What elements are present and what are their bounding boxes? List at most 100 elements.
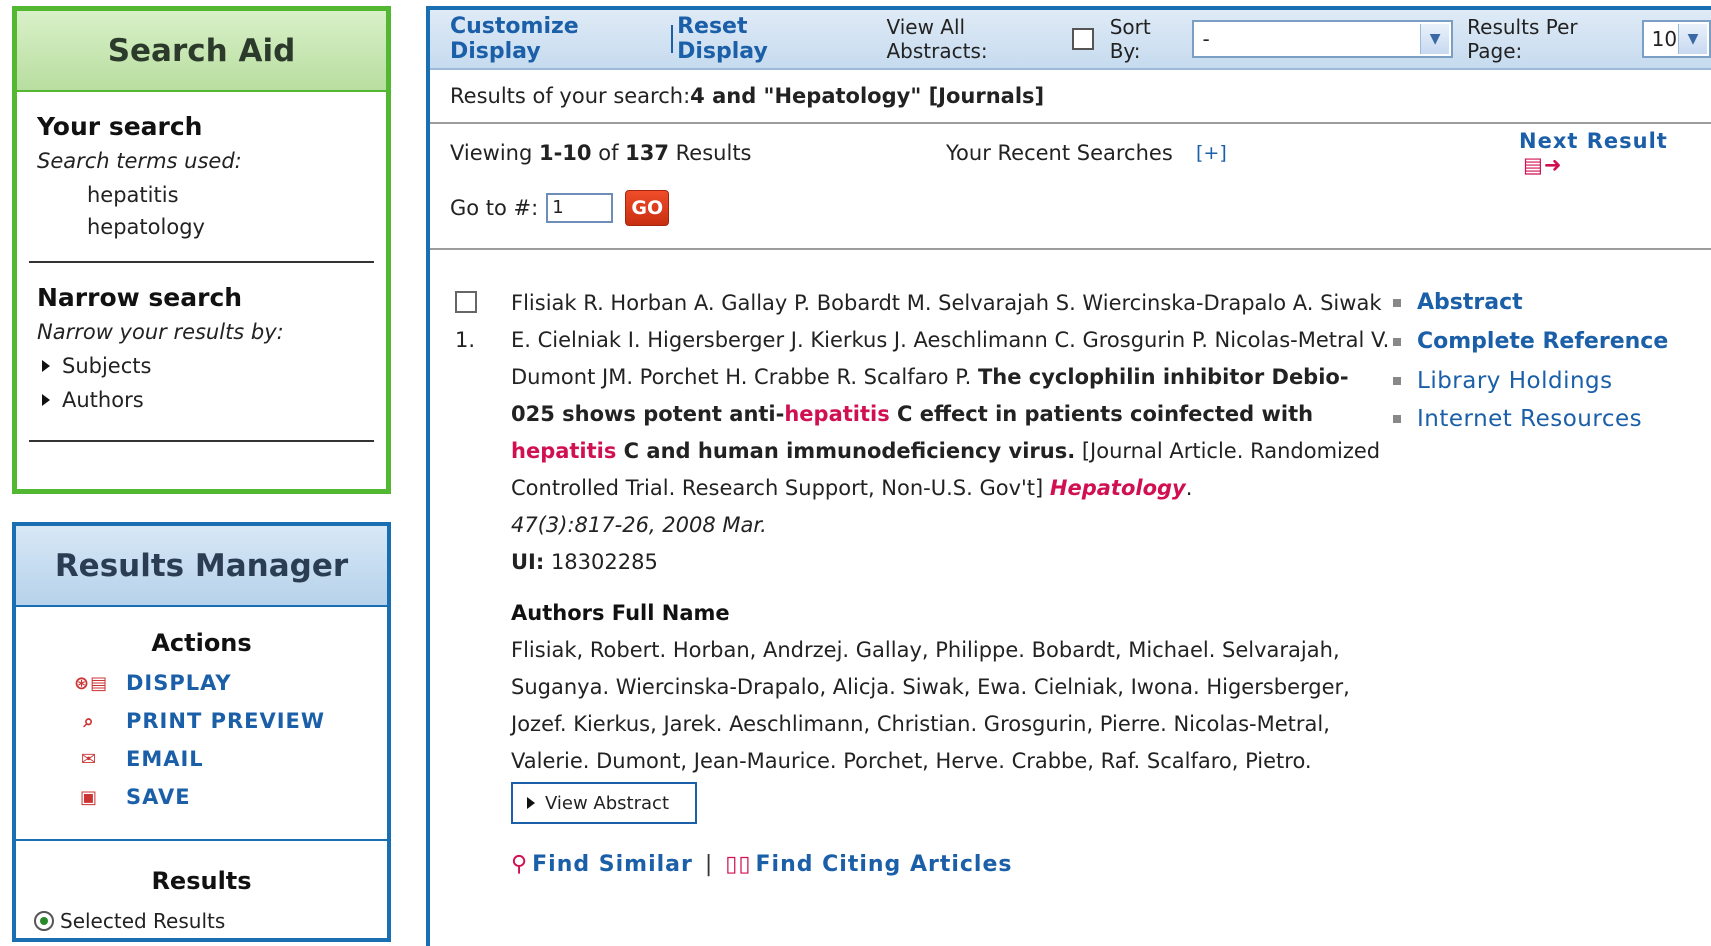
view-all-abstracts-label: View All Abstracts: [886,15,988,63]
next-result-icon: ▤➜ [1523,153,1563,177]
title-text: C and human immunodeficiency virus. [616,439,1076,463]
find-citing-articles-link[interactable]: Find Citing Articles [756,846,1013,883]
chevron-down-icon: ▼ [1420,24,1450,54]
narrow-item-authors[interactable]: Authors [42,388,386,412]
citing-articles-icon: ▯▯ [725,852,752,877]
goto-input[interactable]: 1 [546,193,614,223]
complete-reference-link-item[interactable]: Complete Reference [1393,329,1668,354]
abstract-link[interactable]: Abstract [1417,290,1523,315]
recent-searches-toggle[interactable]: [+] [1196,142,1227,164]
search-aid-title: Search Aid [17,11,386,92]
complete-reference-link[interactable]: Complete Reference [1417,329,1668,354]
viewing-total: 137 [625,141,669,165]
library-holdings-link-item[interactable]: Library Holdings [1393,368,1668,394]
journal-name: Hepatology [1049,476,1186,500]
results-per-page-label: Results Per Page: [1467,15,1578,63]
result-links: ⚲ Find Similar | ▯▯ Find Citing Articles [511,846,1391,883]
search-query: 4 and "Hepatology" [Journals] [690,84,1045,108]
bullet-icon [1393,377,1401,385]
email-action[interactable]: ✉ EMAIL [74,747,387,771]
email-icon: ✉ [80,748,98,770]
viewing-of: of [591,141,626,165]
bullet-icon [1393,337,1401,346]
view-all-abstracts-checkbox[interactable] [1072,28,1094,50]
library-holdings-link[interactable]: Library Holdings [1417,368,1613,394]
divider [29,440,374,442]
save-label: SAVE [126,785,191,809]
divider [430,248,1711,250]
chevron-down-icon: ▼ [1678,24,1707,54]
display-toolbar: Customize Display Reset Display View All… [430,10,1711,70]
magnifier-icon: ⚲ [511,852,529,877]
result-number: 1. [455,328,476,352]
results-navigation: Viewing 1-10 of 137 Results Your Recent … [430,124,1711,182]
goto-row: Go to #: 1 GO [430,182,1711,234]
results-per-page-select[interactable]: 10 ▼ [1641,20,1711,58]
search-summary-prefix: Results of your search: [450,84,691,108]
search-summary: Results of your search: 4 and "Hepatolog… [430,70,1711,124]
search-term[interactable]: hepatology [87,215,386,239]
actions-heading: Actions [151,629,252,657]
viewing-range: 1-10 [538,141,592,165]
expand-triangle-icon [42,394,50,406]
expand-triangle-icon [42,360,50,372]
next-result-link[interactable]: Next Result ▤➜ [1519,129,1711,177]
expand-triangle-icon [527,797,535,809]
view-abstract-label: View Abstract [545,792,669,814]
sort-by-value: - [1202,27,1210,51]
separator [671,25,674,53]
ui-label: UI: [511,550,545,574]
internet-resources-link-item[interactable]: Internet Resources [1393,406,1668,432]
authors-full-name: Flisiak, Robert. Horban, Andrzej. Gallay… [511,638,1350,773]
view-abstract-button[interactable]: View Abstract [511,782,697,824]
bullet-icon [1393,415,1401,423]
citation-volume: 47(3):817-26, 2008 Mar. [511,513,767,537]
print-preview-action[interactable]: ⌕ PRINT PREVIEW [74,709,387,733]
search-term[interactable]: hepatitis [87,183,386,207]
search-aid-panel: Search Aid Your search Search terms used… [12,6,391,494]
reset-display-link[interactable]: Reset Display [677,14,838,64]
customize-display-link[interactable]: Customize Display [450,14,667,64]
sort-by-select[interactable]: - ▼ [1192,20,1454,58]
display-action[interactable]: ⊛▤ DISPLAY [74,671,387,695]
internet-resources-link[interactable]: Internet Resources [1417,406,1642,432]
email-label: EMAIL [126,747,204,771]
narrow-item-label: Authors [62,388,144,412]
save-action[interactable]: ▣ SAVE [74,785,387,809]
narrow-search-heading: Narrow search [37,283,243,312]
viewing-prefix: Viewing [450,141,539,165]
result-side-links: Abstract Complete Reference Library Hold… [1393,290,1668,444]
results-manager-panel: Results Manager Actions ⊛▤ DISPLAY ⌕ PRI… [12,522,391,942]
display-label: DISPLAY [126,671,232,695]
recent-searches-label: Your Recent Searches [946,141,1173,165]
results-per-page-value: 10 [1651,27,1678,51]
separator: | [704,852,714,877]
ui-value: 18302285 [544,550,658,574]
display-icon: ⊛▤ [74,672,109,694]
go-button[interactable]: GO [625,190,670,226]
viewing-suffix: Results [668,141,752,165]
divider [16,839,387,841]
find-similar-link[interactable]: Find Similar [532,846,693,883]
title-highlight: hepatitis [784,402,890,426]
search-terms-label: Search terms used: [37,149,242,173]
print-preview-icon: ⌕ [83,710,95,732]
title-highlight: hepatitis [511,439,617,463]
result-checkbox[interactable] [455,291,477,313]
title-text: C effect in patients coinfected with [889,402,1314,426]
selected-results-option[interactable]: Selected Results [34,909,387,933]
print-preview-label: PRINT PREVIEW [126,709,326,733]
results-heading: Results [151,867,252,895]
abstract-link-item[interactable]: Abstract [1393,290,1668,315]
selected-results-label: Selected Results [60,909,226,933]
bullet-icon [1393,298,1401,307]
authors-full-name-heading: Authors Full Name [511,601,730,625]
divider [29,261,374,263]
results-manager-title: Results Manager [16,526,387,607]
next-result-label: Next Result [1519,129,1668,153]
narrow-item-subjects[interactable]: Subjects [42,354,386,378]
citation-text: Flisiak R. Horban A. Gallay P. Bobardt M… [511,285,1391,883]
sort-by-label: Sort By: [1109,15,1151,63]
narrow-label: Narrow your results by: [37,320,284,344]
radio-button[interactable] [34,911,54,931]
